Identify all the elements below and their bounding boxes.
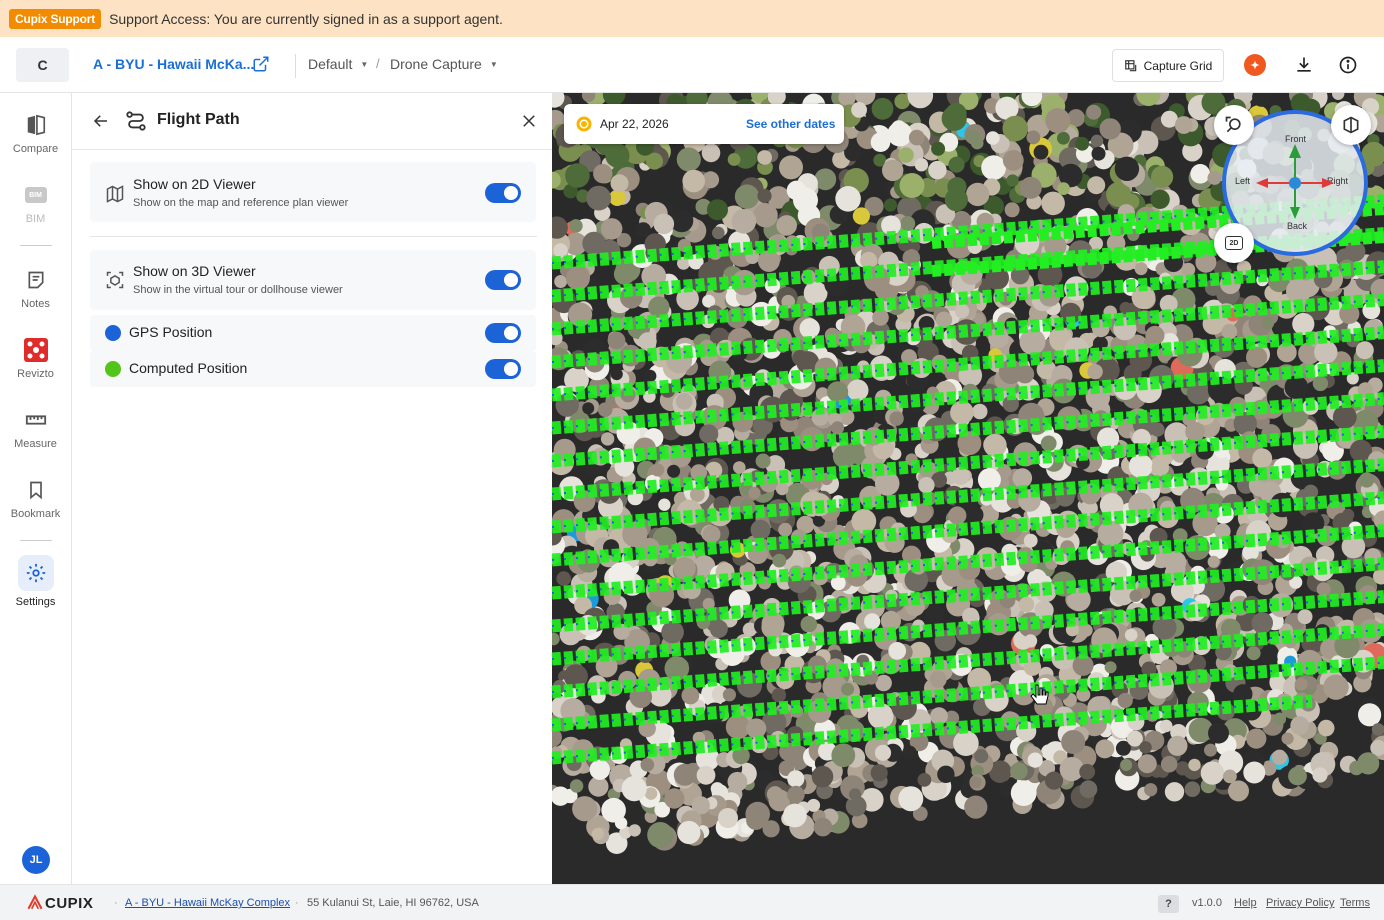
rail-item-bim[interactable]: BIM BIM xyxy=(0,175,71,237)
gps-position-toggle[interactable] xyxy=(485,323,521,343)
capture-grid-icon xyxy=(1124,59,1136,71)
gear-icon xyxy=(17,555,54,591)
rail-label-bookmark: Bookmark xyxy=(10,508,61,520)
show-2d-viewer-row: Show on 2D Viewer Show on the map and re… xyxy=(90,162,536,222)
support-tag: Cupix Support xyxy=(9,8,102,29)
minimap-2d-icon: 2D xyxy=(1225,236,1243,250)
compare-icon xyxy=(23,112,49,138)
panel-header: Flight Path xyxy=(72,93,552,150)
caret-down-icon: ▼ xyxy=(360,59,369,69)
hand-cursor-icon xyxy=(1030,684,1049,705)
breadcrumb-default-label: Default xyxy=(308,56,353,72)
rail-item-settings[interactable]: Settings xyxy=(0,555,71,617)
ruler-icon xyxy=(23,407,49,433)
breadcrumb-default[interactable]: Default ▼ xyxy=(308,56,368,72)
rail-label-notes: Notes xyxy=(21,298,50,310)
rail-divider xyxy=(20,245,52,246)
cupix-logo-text: CUPIX xyxy=(45,894,94,912)
panel-divider xyxy=(90,236,537,237)
capture-grid-button[interactable]: Capture Grid xyxy=(1112,49,1224,82)
info-icon xyxy=(1339,56,1357,74)
top-header: C A - BYU - Hawaii McKa... Default ▼ / D… xyxy=(0,37,1384,93)
rail-item-measure[interactable]: Measure xyxy=(0,400,71,462)
footer-terms-link[interactable]: Terms xyxy=(1340,897,1370,909)
header-divider xyxy=(295,54,296,78)
footer-help-link[interactable]: Help xyxy=(1234,897,1257,909)
cupix-logo[interactable]: CUPIX xyxy=(25,894,93,912)
show-3d-viewer-subtitle: Show in the virtual tour or dollhouse vi… xyxy=(133,284,343,296)
cube-scan-icon xyxy=(106,271,124,289)
download-icon xyxy=(1297,57,1311,72)
rail-item-bookmark[interactable]: Bookmark xyxy=(0,470,71,532)
panel-title: Flight Path xyxy=(157,111,240,128)
minimap-2d-button[interactable]: 2D xyxy=(1214,223,1254,263)
zoom-search-button[interactable] xyxy=(1214,105,1254,145)
computed-position-label: Computed Position xyxy=(129,360,248,376)
capture-date-chip[interactable]: Apr 22, 2026 See other dates xyxy=(564,104,844,144)
show-2d-viewer-subtitle: Show on the map and reference plan viewe… xyxy=(133,197,349,209)
see-other-dates-link[interactable]: See other dates xyxy=(746,117,835,131)
breadcrumb-drone-capture-label: Drone Capture xyxy=(390,56,482,72)
notification-button[interactable]: ✦ xyxy=(1243,53,1267,77)
rail-item-compare[interactable]: Compare xyxy=(0,105,71,167)
map-icon xyxy=(106,185,124,203)
cupix-logo-icon xyxy=(27,894,43,910)
footer-privacy-link[interactable]: Privacy Policy xyxy=(1266,897,1334,909)
footer-separator: · xyxy=(295,897,299,909)
bookmark-icon xyxy=(23,477,49,503)
project-name-link[interactable]: A - BYU - Hawaii McKa... xyxy=(93,56,254,72)
rail-item-notes[interactable]: Notes xyxy=(0,260,71,322)
app-version: v1.0.0 xyxy=(1192,897,1222,909)
caret-down-icon: ▼ xyxy=(489,59,498,69)
download-button[interactable] xyxy=(1292,53,1316,77)
computed-position-row: Computed Position xyxy=(90,351,536,387)
computed-position-toggle[interactable] xyxy=(485,359,521,379)
support-banner: Cupix Support Support Access: You are cu… xyxy=(0,0,1384,37)
capture-grid-label: Capture Grid xyxy=(1143,58,1213,73)
rail-divider xyxy=(20,540,52,541)
footer: CUPIX · A - BYU - Hawaii McKay Complex ·… xyxy=(0,884,1384,920)
close-icon[interactable] xyxy=(520,112,538,130)
view-cube-button[interactable] xyxy=(1331,105,1371,145)
back-arrow-icon[interactable] xyxy=(92,112,110,130)
show-3d-viewer-row: Show on 3D Viewer Show in the virtual to… xyxy=(90,250,536,310)
capture-date: Apr 22, 2026 xyxy=(600,117,669,131)
left-rail: Compare BIM BIM Notes Revizto Measure Bo… xyxy=(0,93,72,884)
bim-icon: BIM xyxy=(23,182,49,208)
sun-icon xyxy=(576,116,592,132)
external-link-icon[interactable] xyxy=(252,55,270,73)
notification-icon: ✦ xyxy=(1244,54,1266,76)
view-cube-icon xyxy=(1343,116,1359,134)
breadcrumb-drone-capture[interactable]: Drone Capture ▼ xyxy=(390,56,498,72)
rail-label-settings: Settings xyxy=(15,596,56,608)
gps-position-label: GPS Position xyxy=(129,324,213,340)
gps-color-dot xyxy=(105,325,121,341)
breadcrumb-separator: / xyxy=(376,56,380,71)
show-2d-viewer-title: Show on 2D Viewer xyxy=(133,176,256,192)
show-3d-viewer-title: Show on 3D Viewer xyxy=(133,263,256,279)
footer-address: 55 Kulanui St, Laie, HI 96762, USA xyxy=(307,897,479,909)
help-question-icon[interactable]: ? xyxy=(1158,895,1179,913)
rail-label-bim: BIM xyxy=(25,213,46,225)
footer-separator: · xyxy=(114,897,118,909)
gps-position-row: GPS Position xyxy=(90,315,536,351)
revizto-icon xyxy=(23,337,49,363)
info-button[interactable] xyxy=(1336,53,1360,77)
3d-viewer[interactable]: Apr 22, 2026 See other dates Front Left … xyxy=(552,93,1384,884)
show-2d-viewer-toggle[interactable] xyxy=(485,183,521,203)
flight-path-icon xyxy=(126,111,146,131)
rail-label-revizto: Revizto xyxy=(17,368,54,380)
rail-item-revizto[interactable]: Revizto xyxy=(0,330,71,392)
notes-icon xyxy=(23,267,49,293)
computed-color-dot xyxy=(105,361,121,377)
show-3d-viewer-toggle[interactable] xyxy=(485,270,521,290)
zoom-search-icon xyxy=(1225,116,1241,133)
user-avatar[interactable]: JL xyxy=(22,846,50,874)
rail-label-compare: Compare xyxy=(12,143,59,155)
support-message: Support Access: You are currently signed… xyxy=(109,10,503,27)
flight-path-panel: Flight Path Show on 2D Viewer Show on th… xyxy=(72,93,552,884)
project-avatar[interactable]: C xyxy=(16,48,69,82)
footer-project-link[interactable]: A - BYU - Hawaii McKay Complex xyxy=(125,897,290,909)
rail-label-measure: Measure xyxy=(14,438,57,450)
